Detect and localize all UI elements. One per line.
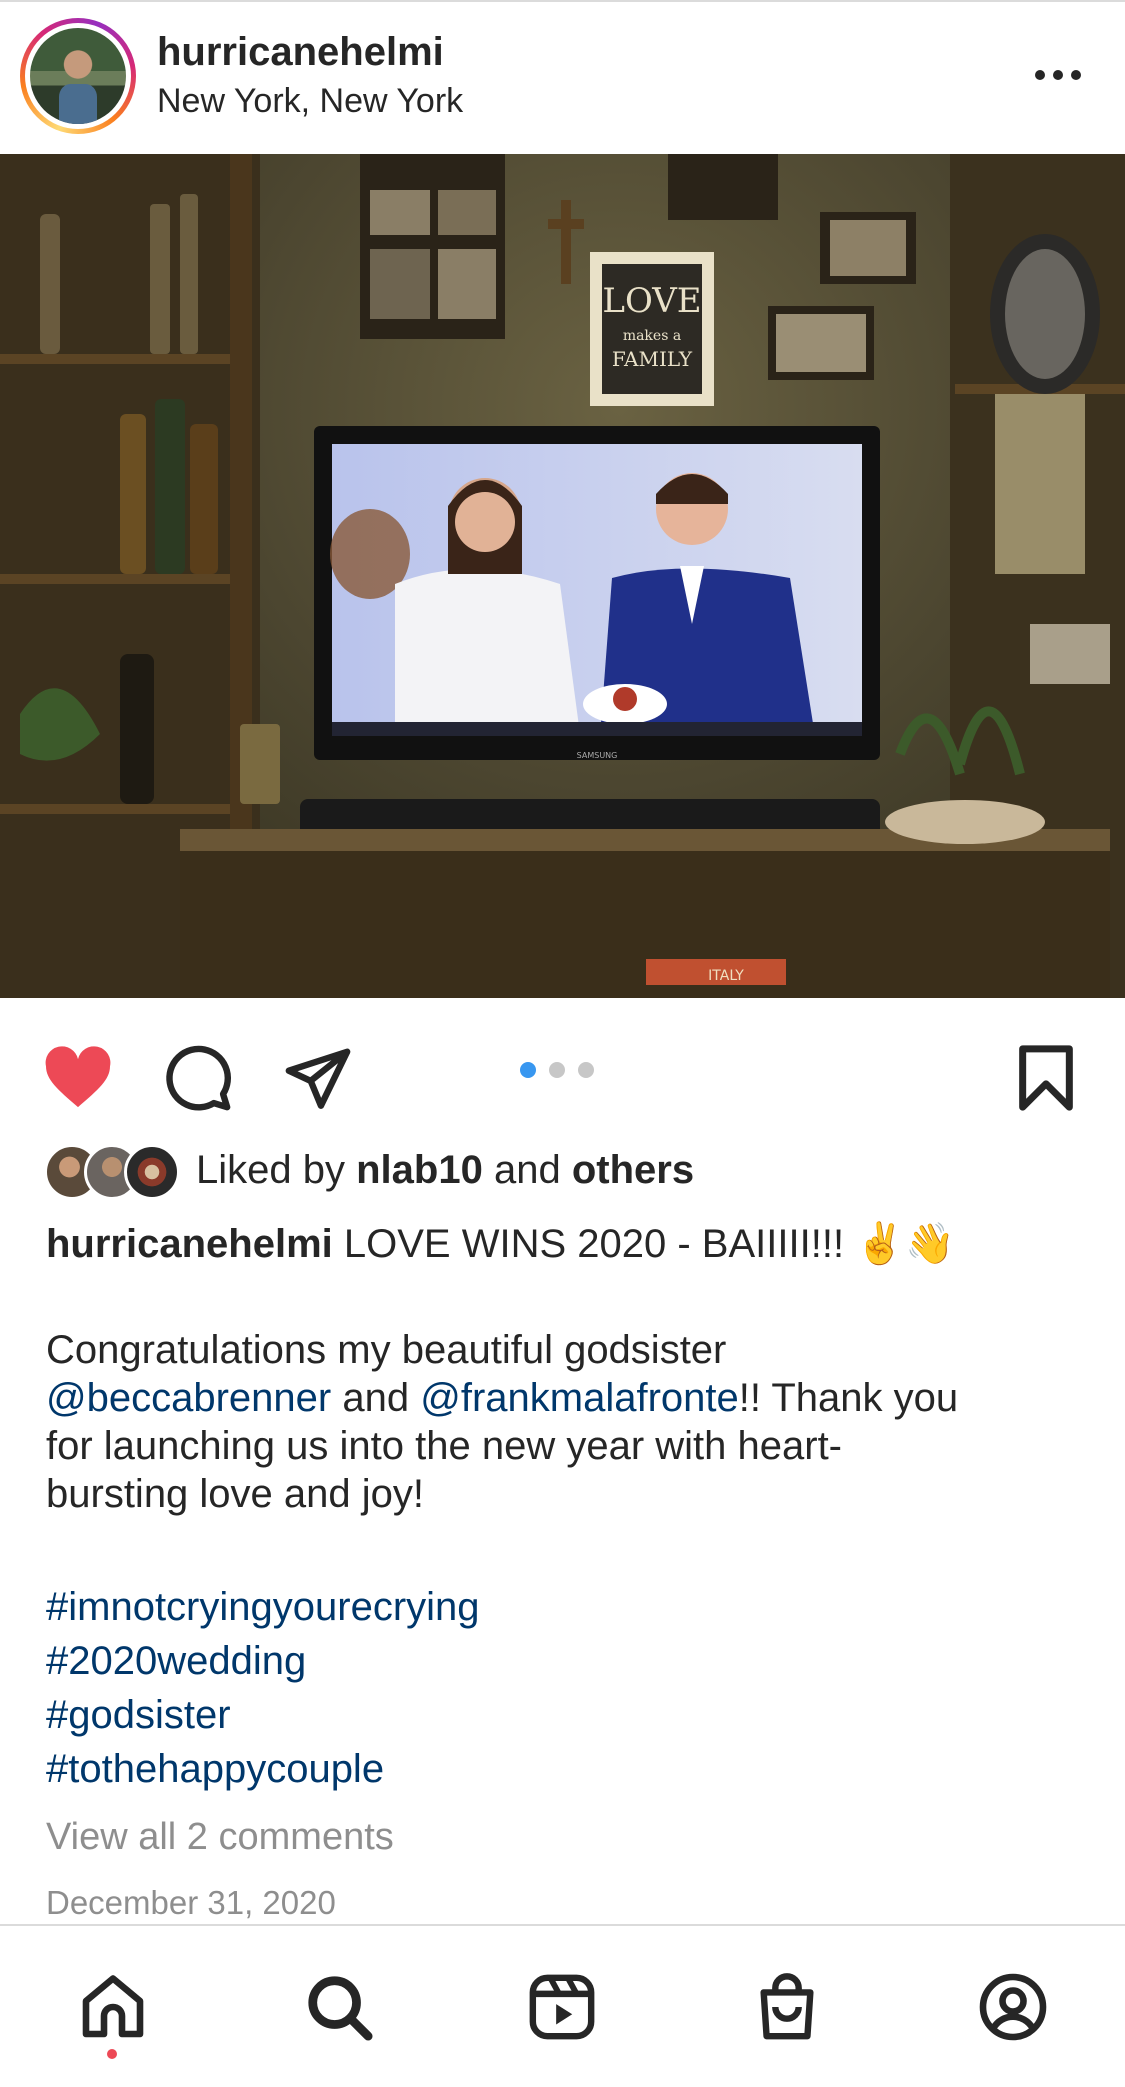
caption-and: and (342, 1376, 410, 1420)
italy-box-label: ITALY (708, 968, 744, 984)
photo-illustration: LOVE makes a FAMILY SAMSUNG ITALY (0, 154, 1125, 998)
post-photo[interactable]: LOVE makes a FAMILY SAMSUNG ITALY (0, 154, 1125, 998)
heart-filled-icon[interactable] (38, 1038, 118, 1118)
profile-icon[interactable] (970, 1964, 1056, 2050)
reels-icon[interactable] (519, 1964, 605, 2050)
story-ring[interactable] (20, 18, 136, 134)
likes-conj: and (493, 1148, 561, 1192)
comment-icon[interactable] (158, 1038, 238, 1118)
avatar[interactable] (30, 28, 126, 124)
caption-username[interactable]: hurricanehelmi (46, 1222, 333, 1266)
view-comments-link[interactable]: View all 2 comments (46, 1816, 394, 1859)
bottom-tab-bar (0, 1924, 1125, 2087)
likes-row[interactable]: Liked by nlab10 and others (44, 1140, 1104, 1204)
wall-sign-text-family: FAMILY (612, 347, 693, 371)
bookmark-icon[interactable] (1006, 1038, 1086, 1118)
likes-prefix: Liked by (196, 1148, 345, 1192)
caption: hurricanehelmi LOVE WINS 2020 - BAIIIII!… (46, 1220, 1086, 1518)
active-tab-indicator (107, 2049, 117, 2059)
more-options-icon[interactable] (1030, 60, 1086, 90)
paper-plane-icon[interactable] (278, 1038, 358, 1118)
location-link[interactable]: New York, New York (157, 82, 463, 121)
wall-sign-text-makes: makes a (623, 328, 681, 344)
post-date: December 31, 2020 (46, 1884, 336, 1921)
hashtag-link[interactable]: #imnotcryingyourecrying (46, 1580, 480, 1634)
username[interactable]: hurricanehelmi (157, 30, 444, 75)
mention-link[interactable]: @frankmalafronte (420, 1376, 739, 1420)
post-header: hurricanehelmi New York, New York (0, 0, 1125, 154)
caption-line: bursting love and joy! (46, 1472, 425, 1516)
tv-brand: SAMSUNG (577, 751, 618, 760)
carousel-dot-active (520, 1062, 536, 1078)
liker-avatars (44, 1144, 184, 1200)
hashtag-list: #imnotcryingyourecrying #2020wedding #go… (46, 1580, 480, 1796)
hashtag-link[interactable]: #tothehappycouple (46, 1742, 480, 1796)
caption-headline: LOVE WINS 2020 - BAIIIII!!! (343, 1222, 845, 1266)
home-icon[interactable] (70, 1964, 156, 2050)
caption-line: Congratulations my beautiful godsister (46, 1328, 727, 1372)
caption-emoji: ✌️👋 (855, 1222, 955, 1266)
caption-line: for launching us into the new year with … (46, 1424, 842, 1468)
wall-sign-text-love: LOVE (602, 281, 701, 321)
likes-text: Liked by nlab10 and others (196, 1148, 694, 1193)
carousel-dot (578, 1062, 594, 1078)
liker-username[interactable]: nlab10 (356, 1148, 483, 1192)
search-icon[interactable] (296, 1964, 382, 2050)
hashtag-link[interactable]: #godsister (46, 1688, 480, 1742)
hashtag-link[interactable]: #2020wedding (46, 1634, 480, 1688)
caption-line-tail: !! Thank you (738, 1376, 959, 1420)
likes-others-link[interactable]: others (572, 1148, 694, 1192)
shop-icon[interactable] (744, 1964, 830, 2050)
carousel-indicator (520, 1062, 594, 1078)
carousel-dot (549, 1062, 565, 1078)
mention-link[interactable]: @beccabrenner (46, 1376, 331, 1420)
liker-avatar (124, 1144, 180, 1200)
